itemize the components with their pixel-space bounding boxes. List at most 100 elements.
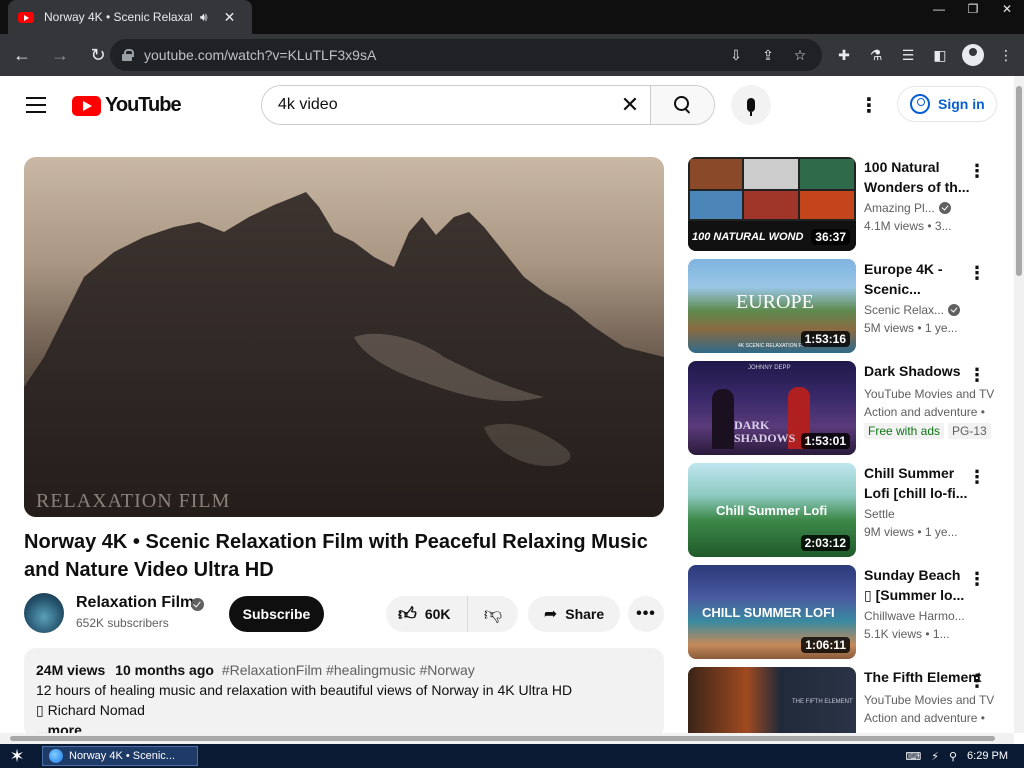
verified-check-icon — [938, 202, 951, 214]
tab-close-icon[interactable]: ✕ — [224, 9, 236, 26]
settings-menu-icon[interactable]: ⋮ — [857, 90, 881, 120]
channel-name[interactable]: Settle — [864, 505, 970, 523]
install-app-icon[interactable]: ⇩ — [726, 47, 746, 64]
channel-avatar[interactable] — [24, 593, 64, 633]
video-title-link[interactable]: Chill Summer Lofi [chill lo-fi... — [864, 463, 970, 503]
related-video-item[interactable]: THE FIFTH ELEMENT The Fifth Element YouT… — [688, 667, 998, 733]
verified-check-icon — [948, 304, 961, 316]
window-controls: — ❐ ✕ — [922, 0, 1024, 18]
back-icon[interactable]: ← — [6, 39, 38, 71]
related-videos-list: 100 NATURAL WOND 36:37 100 Natural Wonde… — [688, 157, 998, 733]
profile-avatar-icon[interactable] — [962, 44, 984, 66]
share-page-icon[interactable]: ⇪ — [758, 47, 778, 64]
more-options-icon[interactable]: ⋮ — [968, 363, 986, 387]
sign-in-button[interactable]: Sign in — [897, 86, 997, 122]
channel-name[interactable]: Amazing Pl... — [864, 201, 935, 215]
video-owner-row: Relaxation Film 652K subscribers Subscri… — [24, 592, 664, 636]
url-text[interactable]: youtube.com/watch?v=KLuTLF3x9sA — [144, 47, 376, 63]
movie-genre: Action and adventure • — [864, 711, 985, 725]
more-actions-button[interactable]: ••• — [628, 596, 664, 632]
video-player[interactable]: RELAXATION FILM — [24, 157, 664, 517]
video-thumbnail[interactable]: Chill Summer Lofi 2:03:12 — [688, 463, 856, 557]
more-options-icon[interactable]: ⋮ — [968, 261, 986, 285]
video-info: 100 Natural Wonders of th... Amazing Pl.… — [864, 157, 970, 235]
media-queue-icon[interactable]: ☰ — [892, 47, 924, 64]
lock-icon[interactable] — [122, 49, 134, 61]
taskbar-window-button[interactable]: Norway 4K • Scenic... — [42, 746, 198, 766]
extensions-puzzle-icon[interactable]: ✚ — [828, 47, 860, 64]
more-options-icon[interactable]: ⋮ — [968, 669, 986, 693]
video-thumbnail[interactable]: JOHNNY DEPP DARK SHADOWS 1:53:01 — [688, 361, 856, 455]
description-box[interactable]: 24M views 10 months ago #RelaxationFilm … — [24, 648, 664, 738]
microphone-icon — [747, 98, 755, 116]
close-window-icon[interactable]: ✕ — [990, 0, 1024, 18]
video-thumbnail[interactable]: THE FIFTH ELEMENT — [688, 667, 856, 733]
scrollbar-thumb[interactable] — [10, 736, 995, 741]
thumbs-down-icon: 👎︎ — [483, 604, 503, 624]
thumbs-up-icon: 👍︎ — [398, 604, 417, 624]
subscriber-count: 652K subscribers — [76, 616, 169, 630]
horizontal-scrollbar[interactable] — [0, 733, 1014, 744]
search-input[interactable] — [262, 86, 610, 124]
vertical-scrollbar[interactable] — [1014, 76, 1024, 733]
channel-name[interactable]: YouTube Movies and TV — [864, 385, 994, 403]
side-panel-icon[interactable]: ◧ — [924, 47, 956, 64]
youtube-favicon-icon — [18, 11, 34, 23]
like-dislike-segment: 👍︎ 60K 👎︎ — [386, 596, 518, 632]
clear-search-icon[interactable]: ✕ — [610, 86, 650, 124]
related-video-item[interactable]: Chill Summer Lofi 2:03:12 Chill Summer L… — [688, 463, 998, 557]
restore-icon[interactable]: ❐ — [956, 0, 990, 18]
audio-playing-icon[interactable]: 🔊︎ — [200, 10, 208, 25]
system-tray: ⌨ ⚡ ⚲ 6:29 PM — [905, 746, 1008, 766]
clock[interactable]: 6:29 PM — [967, 750, 1008, 762]
video-thumbnail[interactable]: 100 NATURAL WOND 36:37 — [688, 157, 856, 251]
forward-icon[interactable]: → — [44, 39, 76, 71]
bookmark-star-icon[interactable]: ☆ — [790, 47, 810, 64]
video-info: Chill Summer Lofi [chill lo-fi... Settle… — [864, 463, 970, 541]
video-title-link[interactable]: 100 Natural Wonders of th... — [864, 157, 970, 197]
guide-menu-icon[interactable] — [26, 97, 46, 113]
labs-flask-icon[interactable]: ⚗ — [860, 47, 892, 64]
address-bar[interactable]: youtube.com/watch?v=KLuTLF3x9sA ⇩ ⇪ ☆ — [110, 39, 822, 71]
minimize-icon[interactable]: — — [922, 0, 956, 18]
view-count: 4.1M views — [864, 219, 925, 233]
video-title: Norway 4K • Scenic Relaxation Film with … — [24, 531, 648, 581]
related-video-item[interactable]: JOHNNY DEPP DARK SHADOWS 1:53:01 Dark Sh… — [688, 361, 998, 455]
thumbnail-text: CHILL SUMMER LOFI — [702, 605, 835, 620]
search-button[interactable] — [650, 86, 714, 124]
video-duration: 36:37 — [811, 229, 850, 245]
more-options-icon[interactable]: ⋮ — [968, 159, 986, 183]
video-title-link[interactable]: Sunday Beach ▯ [Summer lo... — [864, 565, 970, 605]
browser-menu-icon[interactable]: ⋮ — [990, 47, 1022, 64]
video-thumbnail[interactable]: EUROPE 4K SCENIC RELAXATION FILM 1:53:16 — [688, 259, 856, 353]
video-title-link[interactable]: Europe 4K - Scenic... — [864, 259, 970, 299]
related-video-item[interactable]: 100 NATURAL WOND 36:37 100 Natural Wonde… — [688, 157, 998, 251]
like-button[interactable]: 👍︎ 60K — [386, 596, 468, 632]
channel-name[interactable]: YouTube Movies and TV — [864, 691, 994, 709]
search-tray-icon[interactable]: ⚲ — [949, 750, 957, 763]
share-button[interactable]: ➦ Share — [528, 596, 620, 632]
channel-name[interactable]: Relaxation Film — [76, 594, 194, 612]
hashtags[interactable]: #RelaxationFilm #healingmusic #Norway — [222, 662, 475, 678]
keyboard-icon[interactable]: ⌨ — [905, 750, 921, 763]
browser-tab[interactable]: Norway 4K • Scenic Relaxation 🔊︎ ✕ — [8, 0, 252, 34]
upload-age: • 1 ye... — [917, 525, 958, 539]
more-options-icon[interactable]: ⋮ — [968, 567, 986, 591]
dislike-button[interactable]: 👎︎ — [468, 603, 518, 625]
more-options-icon[interactable]: ⋮ — [968, 465, 986, 489]
start-menu-icon[interactable]: ✶ — [6, 746, 28, 766]
view-count: 5M views — [864, 321, 915, 335]
video-thumbnail[interactable]: CHILL SUMMER LOFI 1:06:11 — [688, 565, 856, 659]
channel-name[interactable]: Chillwave Harmo... — [864, 607, 970, 625]
network-icon[interactable]: ⚡ — [931, 750, 939, 763]
youtube-masthead: YouTube ✕ ⋮ Sign in — [0, 76, 1014, 134]
related-video-item[interactable]: EUROPE 4K SCENIC RELAXATION FILM 1:53:16… — [688, 259, 998, 353]
voice-search-button[interactable] — [731, 85, 771, 125]
youtube-logo[interactable]: YouTube — [72, 94, 182, 117]
subscribe-button[interactable]: Subscribe — [229, 596, 324, 632]
thumbnail-text: DARK SHADOWS — [734, 418, 796, 445]
browser-tabstrip: Norway 4K • Scenic Relaxation 🔊︎ ✕ — ❐ ✕ — [0, 0, 1024, 34]
scrollbar-thumb[interactable] — [1016, 86, 1022, 276]
channel-name[interactable]: Scenic Relax... — [864, 303, 944, 317]
related-video-item[interactable]: CHILL SUMMER LOFI 1:06:11 Sunday Beach ▯… — [688, 565, 998, 659]
